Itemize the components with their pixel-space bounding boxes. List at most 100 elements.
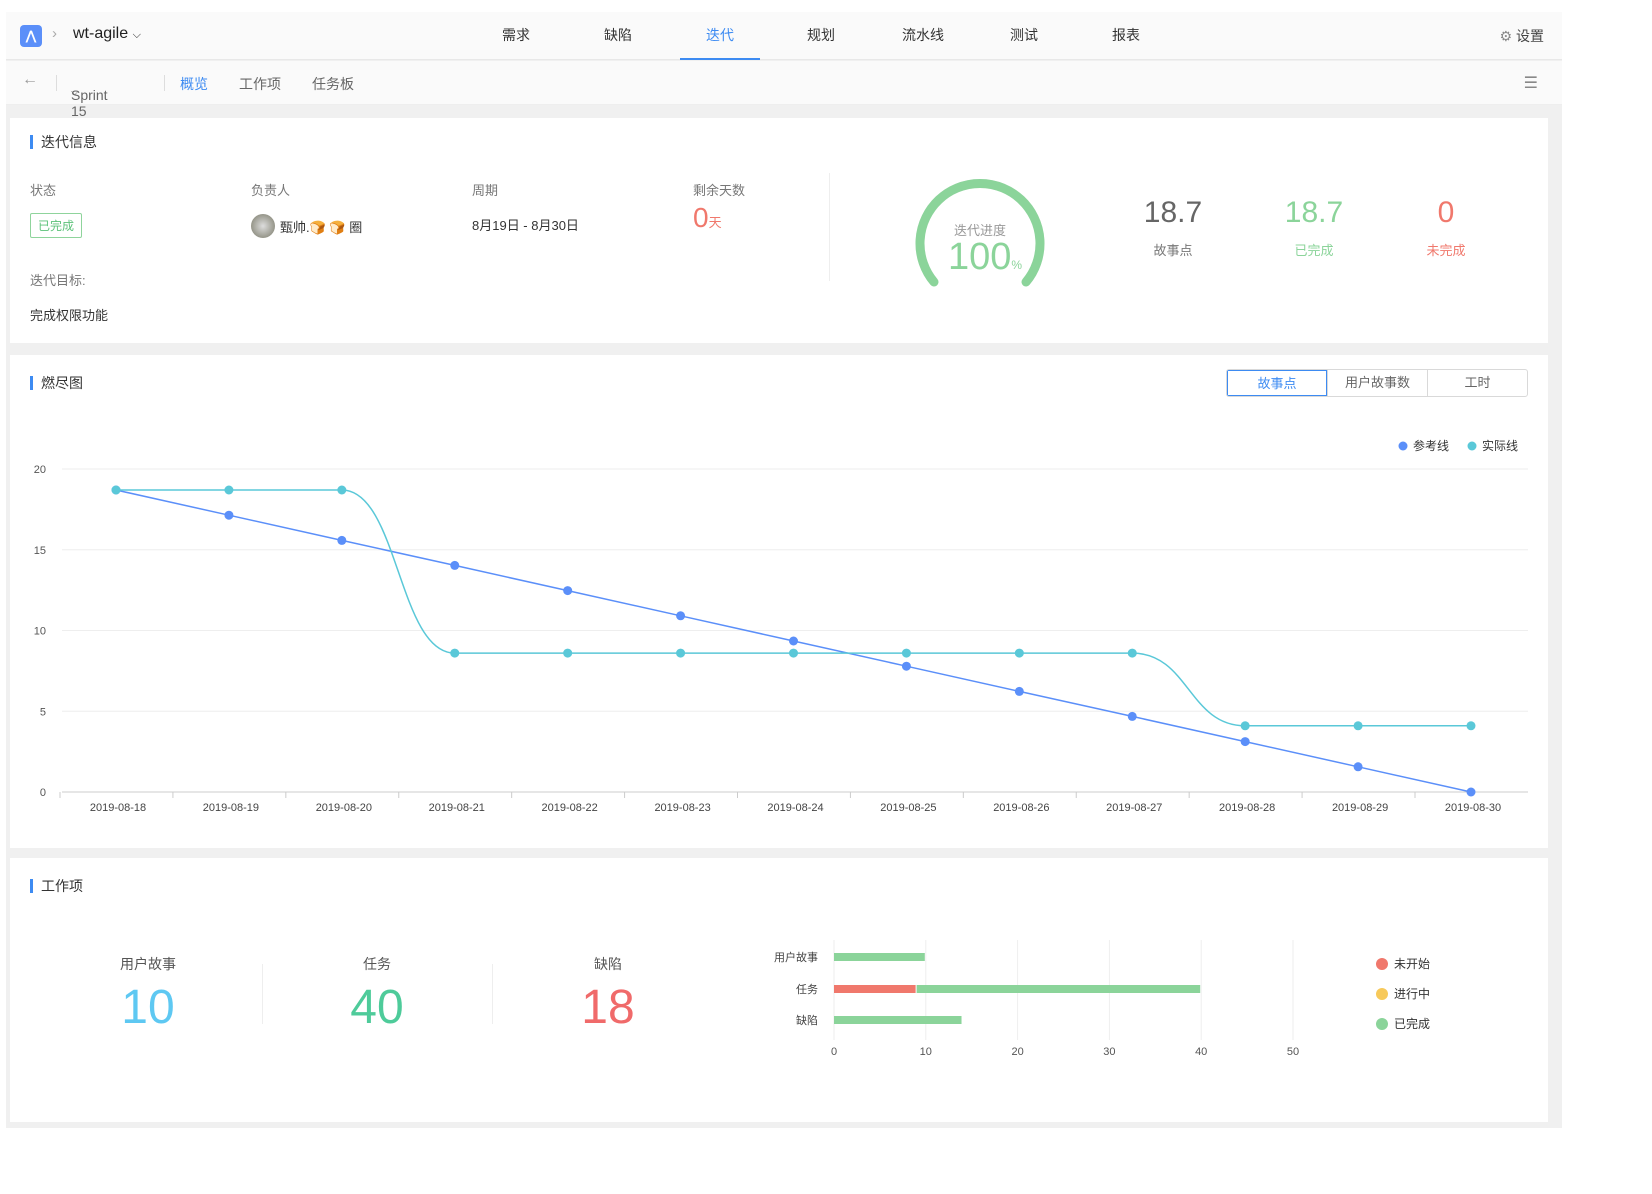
y-tick-label: 0 <box>40 787 46 799</box>
nav-testing[interactable]: 测试 <box>984 12 1064 60</box>
actual-point <box>1240 721 1250 731</box>
actual-line <box>115 489 1471 727</box>
nav-requirements[interactable]: 需求 <box>476 12 556 60</box>
actual-point <box>111 485 121 495</box>
section-title: 迭代信息 <box>30 135 97 149</box>
reference-point <box>1240 737 1250 747</box>
done-value: 18.7 <box>1284 196 1344 229</box>
x-tick-label: 2019-08-19 <box>203 802 259 814</box>
legend-label: 未开始 <box>1394 957 1430 971</box>
x-tick-label: 2019-08-30 <box>1445 802 1501 814</box>
chevron-right-icon: › <box>52 25 57 42</box>
tab-task-board[interactable]: 任务板 <box>312 74 354 94</box>
sub-nav: ← Sprint 15 ⌵ 概览 工作项 任务板 ☰ <box>6 61 1562 119</box>
settings-button[interactable]: ⚙ 设置 <box>1500 26 1544 46</box>
actual-point <box>563 648 573 658</box>
remaining-days-label: 剩余天数 <box>693 183 746 198</box>
actual-point <box>1127 648 1137 658</box>
y-tick-label: 15 <box>34 545 46 557</box>
story-points-value: 18.7 <box>1143 196 1203 229</box>
actual-point <box>676 648 686 658</box>
progress-value: 100 <box>947 236 1012 278</box>
nav-planning[interactable]: 规划 <box>781 12 861 60</box>
legend-label: 参考线 <box>1413 438 1449 453</box>
story-points-label: 故事点 <box>1153 243 1193 258</box>
remaining-days: 0天 <box>693 202 722 234</box>
category-label: 缺陷 <box>796 1013 818 1027</box>
owner-name: 甄帅.🍞 🍞 圈 <box>280 220 363 235</box>
x-tick-label: 2019-08-28 <box>1219 802 1275 814</box>
bar-segment <box>834 953 925 961</box>
x-tick-label: 2019-08-24 <box>767 802 823 814</box>
divider <box>829 173 830 281</box>
x-tick-label: 30 <box>1103 1046 1115 1058</box>
x-tick-label: 2019-08-18 <box>90 802 146 814</box>
actual-point <box>450 648 460 658</box>
legend-label: 进行中 <box>1394 986 1430 1001</box>
x-tick-label: 2019-08-27 <box>1106 802 1162 814</box>
y-tick-label: 5 <box>40 706 46 718</box>
project-selector[interactable]: wt-agile ⌵ <box>73 25 141 43</box>
legend-marker <box>1398 441 1408 451</box>
period-value: 8月19日 - 8月30日 <box>472 218 579 233</box>
remaining-days-value: 0 <box>693 202 709 233</box>
actual-point <box>337 485 347 495</box>
tab-overview[interactable]: 概览 <box>180 74 208 94</box>
remaining-days-unit: 天 <box>708 215 722 230</box>
owner-label: 负责人 <box>251 183 291 198</box>
status-label: 状态 <box>30 183 57 198</box>
bar-segment <box>834 985 916 993</box>
project-name: wt-agile <box>73 25 129 42</box>
settings-label: 设置 <box>1516 28 1544 44</box>
iteration-info-card: 迭代信息 状态 已完成 负责人 甄帅.🍞 🍞 圈 周期 8月19日 - 8月30… <box>10 118 1548 343</box>
y-tick-label: 20 <box>34 464 46 476</box>
undone-value: 0 <box>1437 196 1455 229</box>
progress-unit: % <box>1011 258 1023 272</box>
x-tick-label: 2019-08-23 <box>654 802 710 814</box>
bar-segment <box>916 985 1201 993</box>
burndown-card: 燃尽图 故事点 用户故事数 工时 0 5 10 15 20 2019-08-18 2019-… <box>10 355 1548 848</box>
period-label: 周期 <box>472 183 499 198</box>
x-tick-label: 2019-08-25 <box>880 802 936 814</box>
tab-work-items[interactable]: 工作项 <box>239 74 281 94</box>
x-tick-label: 2019-08-20 <box>316 802 372 814</box>
list-view-icon[interactable]: ☰ <box>1524 73 1538 93</box>
x-tick-label: 40 <box>1195 1046 1207 1058</box>
reference-point <box>901 661 911 671</box>
done-label: 已完成 <box>1294 243 1334 258</box>
nav-reports[interactable]: 报表 <box>1086 12 1166 60</box>
reference-point <box>563 586 573 596</box>
legend-marker <box>1376 1018 1388 1030</box>
y-tick-label: 10 <box>34 626 46 638</box>
undone-label: 未完成 <box>1426 243 1466 258</box>
status-badge: 已完成 <box>30 213 83 238</box>
x-tick-label: 2019-08-21 <box>429 802 485 814</box>
app-logo-icon[interactable]: ⋀ <box>20 25 42 47</box>
x-tick-label: 50 <box>1287 1046 1299 1058</box>
reference-point <box>1127 711 1137 721</box>
actual-point <box>1014 648 1024 658</box>
category-label: 任务 <box>796 983 818 996</box>
reference-point <box>1014 686 1024 696</box>
x-tick-label: 0 <box>831 1046 837 1058</box>
actual-point <box>224 485 234 495</box>
back-arrow-icon[interactable]: ← <box>22 71 38 89</box>
legend-marker <box>1376 958 1388 970</box>
category-label: 用户故事 <box>774 950 818 964</box>
reference-point <box>1466 787 1476 797</box>
nav-iterations[interactable]: 迭代 <box>680 12 760 60</box>
gear-icon: ⚙ <box>1499 28 1513 44</box>
legend-marker <box>1376 988 1388 1000</box>
legend-marker <box>1467 441 1477 451</box>
reference-point <box>224 510 234 520</box>
x-tick-label: 2019-08-26 <box>993 802 1049 814</box>
nav-pipeline[interactable]: 流水线 <box>883 12 963 60</box>
page: ⋀ › wt-agile ⌵ 需求 缺陷 迭代 规划 流水线 测试 报表 ⚙ 设… <box>6 12 1562 1128</box>
nav-defects[interactable]: 缺陷 <box>578 12 658 60</box>
work-items-bar-chart: 0 10 20 30 40 50 用户故事任务缺陷 未开始进行中已完成 <box>774 940 1430 1058</box>
top-bar: ⋀ › wt-agile ⌵ 需求 缺陷 迭代 规划 流水线 测试 报表 ⚙ 设… <box>6 12 1562 60</box>
goal-value: 完成权限功能 <box>30 308 109 323</box>
avatar <box>251 214 275 238</box>
goal-label: 迭代目标: <box>30 273 86 288</box>
reference-point <box>789 636 798 646</box>
